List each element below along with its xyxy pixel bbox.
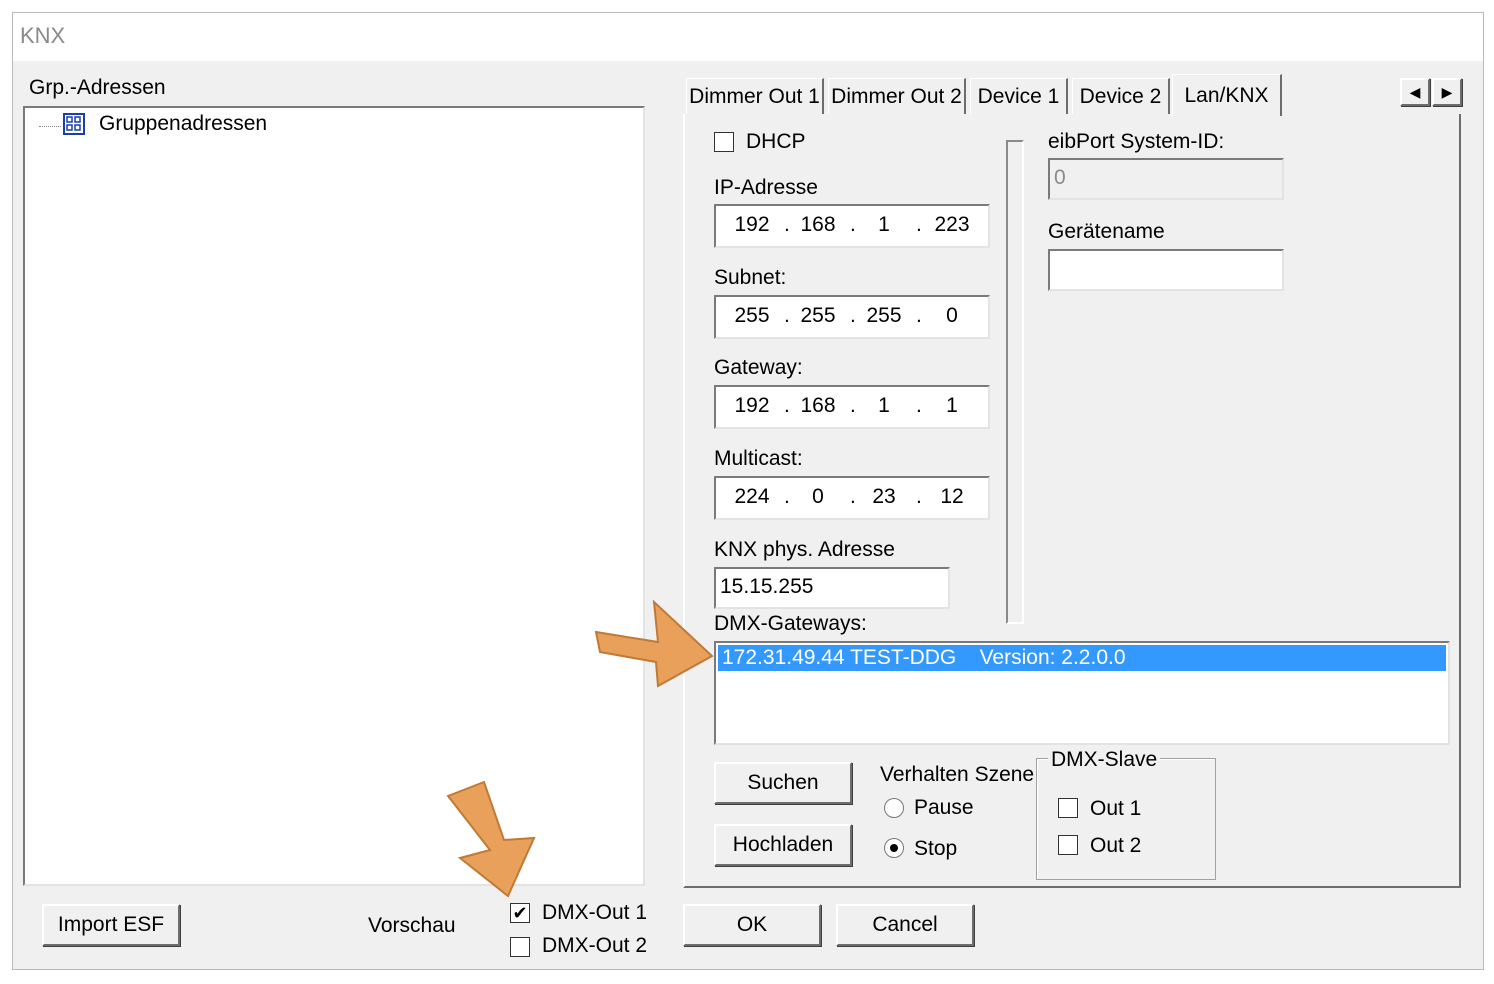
orange-arrow-icon [594,599,714,688]
dmx-out1-checkbox[interactable]: ✔ [510,903,530,923]
octet: 1 [878,213,890,236]
tab-scroll-left-button[interactable]: ◀ [1400,78,1430,106]
device-name-field[interactable] [1048,249,1284,291]
scene-stop-label: Stop [914,837,958,860]
title-bar: KNX [13,13,1483,61]
octet-separator: . [916,304,922,327]
subnet-field[interactable]: 255 . 255 . 255 . 0 [714,295,990,339]
tab-scroll-right-button[interactable]: ▶ [1432,78,1462,106]
octet: 12 [940,485,964,508]
octet: 23 [872,485,896,508]
dhcp-label: DHCP [746,130,806,153]
group-address-icon [63,113,85,135]
octet: 168 [800,394,836,417]
multicast-label: Multicast: [714,447,803,470]
tab-label: Dimmer Out 1 [689,84,820,108]
knx-phys-address-label: KNX phys. Adresse [714,538,895,561]
octet: 192 [734,213,770,236]
scene-pause-label: Pause [914,796,974,819]
tab-device-2[interactable]: Device 2 [1072,78,1170,114]
octet-separator: . [850,485,856,508]
knx-phys-address-value: 15.15.255 [720,575,814,598]
multicast-field[interactable]: 224 . 0 . 23 . 12 [714,476,990,520]
octet-separator: . [850,213,856,236]
gateway-field[interactable]: 192 . 168 . 1 . 1 [714,385,990,429]
arrow-left-icon: ◀ [1409,83,1421,100]
octet: 223 [934,213,970,236]
tree-line [39,126,61,127]
dmx-gateways-list[interactable]: 172.31.49.44 TEST-DDG Version: 2.2.0.0 [714,641,1450,745]
tab-label: Device 1 [977,84,1060,108]
cancel-button[interactable]: Cancel [836,904,974,946]
octet: 255 [734,304,770,327]
radio-selected-dot [890,844,898,852]
octet-separator: . [916,485,922,508]
dmx-out1-label: DMX-Out 1 [542,901,648,924]
gateway-label: Gateway: [714,356,803,379]
dmx-out2-label: DMX-Out 2 [542,934,648,957]
ip-address-field[interactable]: 192 . 168 . 1 . 223 [714,204,990,248]
octet: 0 [946,304,958,327]
octet: 255 [800,304,836,327]
system-id-field[interactable]: 0 [1048,158,1284,200]
subnet-label: Subnet: [714,266,787,289]
arrow-right-icon: ▶ [1441,83,1453,100]
octet: 255 [866,304,902,327]
octet-separator: . [784,304,790,327]
slave-out2-checkbox[interactable] [1058,835,1078,855]
scene-behavior-label: Verhalten Szene [880,763,1035,786]
tab-label: Dimmer Out 2 [831,84,962,108]
tab-label: Lan/KNX [1184,83,1269,107]
scene-pause-radio[interactable] [884,798,904,818]
preview-label: Vorschau [368,914,456,937]
knx-phys-address-field[interactable]: 15.15.255 [714,567,950,609]
octet: 1 [946,394,958,417]
dhcp-checkbox[interactable] [714,132,734,152]
octet-separator: . [916,213,922,236]
system-id-value: 0 [1054,166,1066,189]
slave-out1-label: Out 1 [1090,797,1142,820]
system-id-label: eibPort System-ID: [1048,130,1225,153]
group-address-label: Grp.-Adressen [29,76,166,99]
upload-button[interactable]: Hochladen [714,824,852,866]
orange-arrow-icon [446,780,536,898]
checkmark-icon: ✔ [512,903,528,923]
list-item[interactable]: 172.31.49.44 TEST-DDG Version: 2.2.0.0 [718,645,1446,671]
octet: 168 [800,213,836,236]
window-title: KNX [20,23,66,48]
ok-button[interactable]: OK [683,904,821,946]
search-button[interactable]: Suchen [714,762,852,804]
octet-separator: . [784,394,790,417]
dmx-out2-checkbox[interactable] [510,937,530,957]
dmx-slave-label: DMX-Slave [1048,748,1161,772]
octet-separator: . [784,213,790,236]
group-address-tree[interactable]: Gruppenadressen [23,106,645,886]
octet-separator: . [784,485,790,508]
import-esf-button[interactable]: Import ESF [42,904,180,946]
ip-address-label: IP-Adresse [714,176,818,199]
octet: 224 [734,485,770,508]
scene-stop-radio[interactable] [884,838,904,858]
octet: 0 [812,485,824,508]
device-name-label: Gerätename [1048,220,1165,243]
octet-separator: . [850,304,856,327]
slave-out2-label: Out 2 [1090,834,1142,857]
vertical-separator [1006,140,1024,624]
tab-dimmer-out-1[interactable]: Dimmer Out 1 [686,78,824,114]
octet-separator: . [850,394,856,417]
tree-item-gruppenadressen[interactable]: Gruppenadressen [99,112,267,136]
tab-device-1[interactable]: Device 1 [970,78,1068,114]
tab-lan-knx[interactable]: Lan/KNX [1172,74,1282,116]
tab-dimmer-out-2[interactable]: Dimmer Out 2 [828,78,966,114]
tab-label: Device 2 [1079,84,1162,108]
dmx-gateways-label: DMX-Gateways: [714,612,867,635]
slave-out1-checkbox[interactable] [1058,798,1078,818]
octet: 192 [734,394,770,417]
octet: 1 [878,394,890,417]
octet-separator: . [916,394,922,417]
